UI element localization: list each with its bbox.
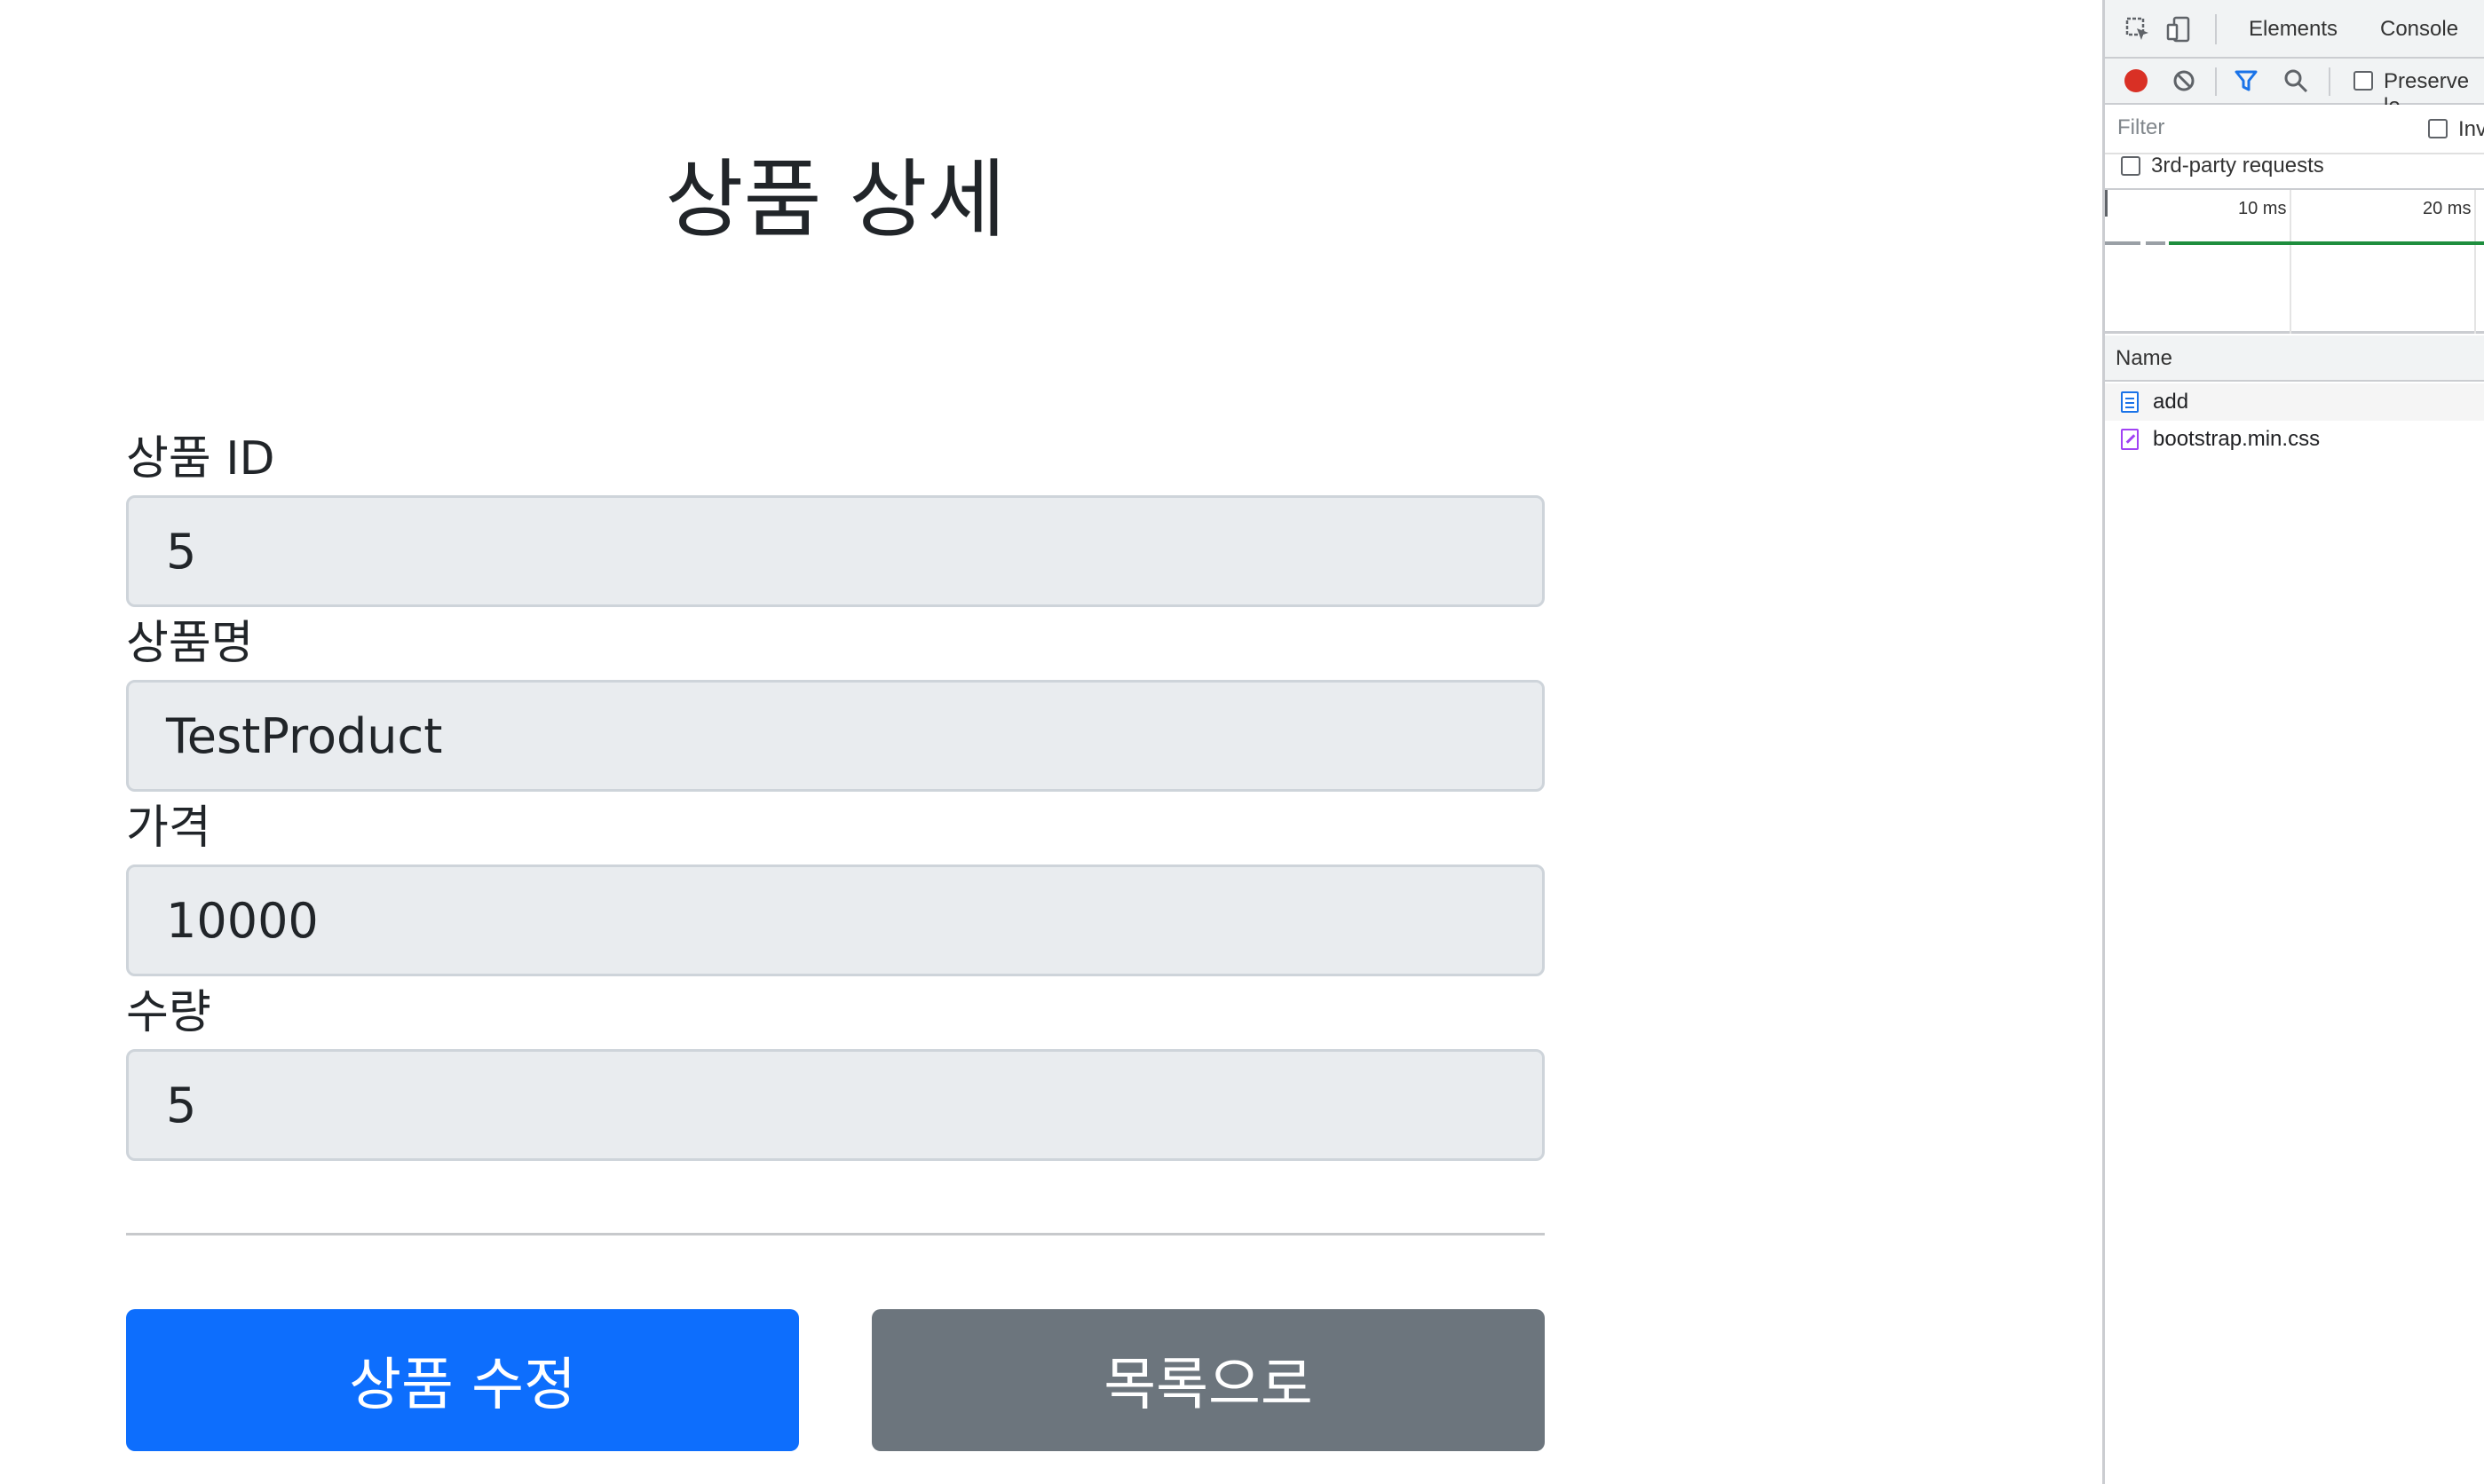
edit-product-button[interactable]: 상품 수정 (126, 1309, 799, 1451)
timeline-gridline (2474, 190, 2476, 334)
timeline-cursor (2105, 190, 2108, 217)
timeline-wait-bar (2146, 241, 2165, 245)
timeline-download-bar (2169, 241, 2484, 245)
request-row[interactable]: bootstrap.min.css (2105, 421, 2484, 458)
timeline-tick-20ms: 20 ms (2423, 199, 2472, 218)
request-name: add (2153, 390, 2189, 414)
stylesheet-icon (2121, 429, 2139, 450)
devtools-tabbar: Elements Console (2105, 0, 2484, 59)
preserve-log-checkbox[interactable] (2353, 71, 2373, 91)
quantity-label: 수량 (126, 986, 211, 1039)
document-icon (2121, 391, 2139, 413)
price-label: 가격 (126, 801, 211, 855)
search-icon[interactable] (2282, 67, 2309, 94)
timeline-wait-bar (2105, 241, 2140, 245)
tab-elements[interactable]: Elements (2249, 0, 2338, 59)
timeline-tick-10ms: 10 ms (2238, 199, 2287, 218)
price-input[interactable]: 10000 (126, 864, 1545, 976)
product-id-label: 상품 ID (126, 432, 275, 485)
device-toolbar-icon[interactable] (2164, 14, 2194, 44)
request-row[interactable]: add (2105, 383, 2484, 421)
filter-row: Filter Inv (2105, 105, 2484, 154)
network-toolbar: Preserve lo (2105, 59, 2484, 118)
divider (126, 1233, 1545, 1235)
request-name: bootstrap.min.css (2153, 427, 2321, 451)
toolbar-separator (2215, 67, 2217, 96)
toolbar-separator (2215, 14, 2217, 44)
record-icon[interactable] (2124, 69, 2148, 92)
product-name-label: 상품명 (126, 617, 254, 670)
filter-input[interactable]: Filter (2110, 110, 2412, 146)
page-title: 상품 상세 (665, 150, 1006, 249)
invert-checkbox[interactable] (2428, 119, 2448, 138)
invert-label: Inv (2458, 117, 2484, 141)
network-timeline[interactable]: 10 ms 20 ms (2105, 188, 2484, 334)
filter-icon[interactable] (2233, 67, 2259, 94)
toolbar-separator (2329, 67, 2330, 96)
clear-icon[interactable] (2171, 67, 2197, 94)
inspect-element-icon[interactable] (2123, 14, 2153, 44)
quantity-input[interactable]: 5 (126, 1049, 1545, 1161)
third-party-checkbox[interactable] (2121, 156, 2140, 176)
tab-console[interactable]: Console (2380, 0, 2458, 59)
devtools-panel: Elements Console Preserve lo Filter Inv … (2102, 0, 2484, 1484)
page-content: 상품 상세 상품 ID 5 상품명 TestProduct 가격 10000 수… (0, 0, 2102, 1484)
third-party-label: 3rd-party requests (2151, 154, 2324, 178)
product-name-input[interactable]: TestProduct (126, 680, 1545, 792)
back-to-list-button[interactable]: 목록으로 (872, 1309, 1545, 1451)
timeline-gridline (2290, 190, 2291, 334)
name-column-header[interactable]: Name (2105, 335, 2484, 382)
product-id-input[interactable]: 5 (126, 495, 1545, 607)
